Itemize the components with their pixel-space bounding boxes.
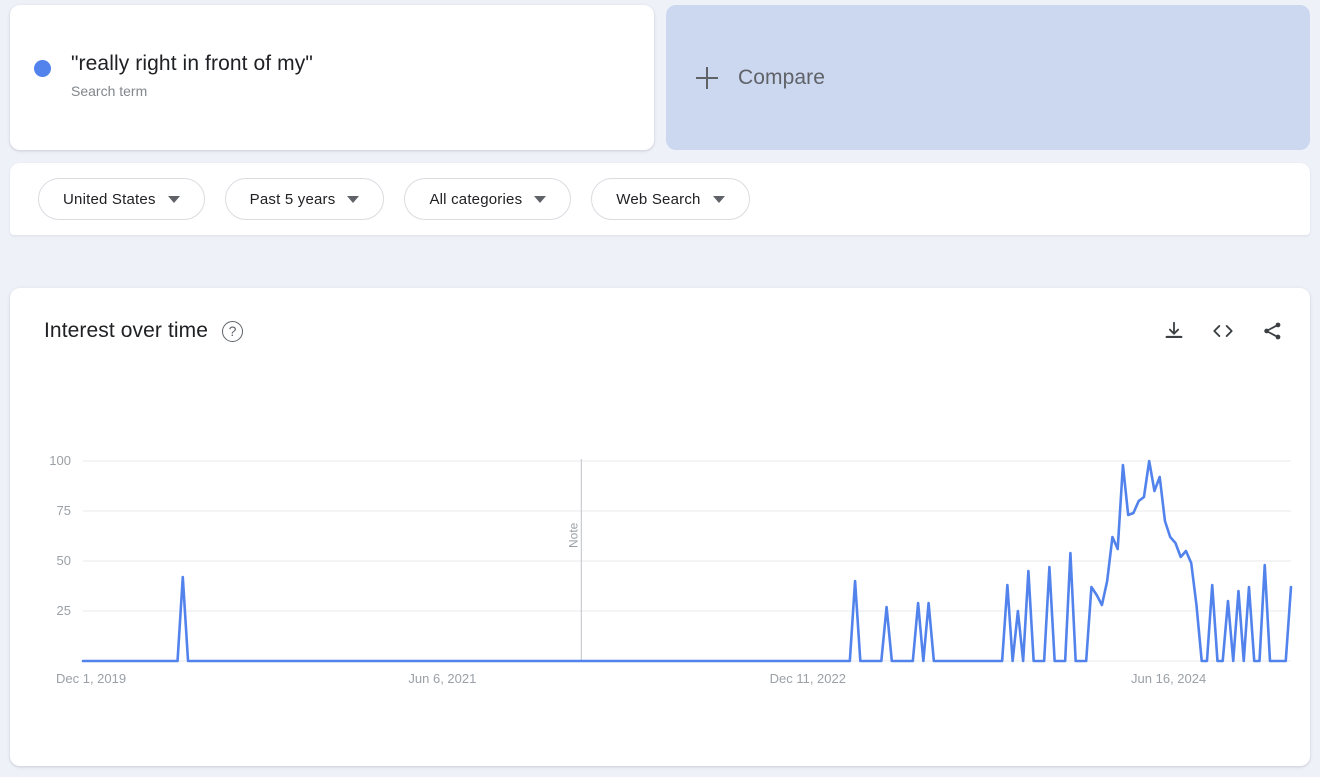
filter-chip-category[interactable]: All categories bbox=[404, 178, 572, 220]
x-axis-tick-label: Dec 11, 2022 bbox=[770, 671, 846, 686]
y-axis-tick-label: 25 bbox=[57, 603, 71, 618]
filter-chip-location[interactable]: United States bbox=[38, 178, 205, 220]
chevron-down-icon bbox=[712, 195, 725, 203]
chevron-down-icon bbox=[534, 195, 547, 203]
filter-chip-search-type-label: Web Search bbox=[616, 190, 701, 208]
search-term-content: "really right in front of my" Search ter… bbox=[34, 51, 313, 100]
filter-bar: United States Past 5 years All categorie… bbox=[10, 163, 1310, 235]
x-axis-tick-label: Jun 6, 2021 bbox=[408, 671, 476, 686]
chart-title: Interest over time bbox=[44, 319, 209, 342]
download-csv-icon[interactable] bbox=[1163, 320, 1185, 342]
chart-header: Interest over time ? bbox=[44, 310, 1284, 352]
compare-card[interactable]: Compare bbox=[665, 5, 1310, 150]
compare-content: Compare bbox=[695, 65, 826, 90]
chart-plot-area[interactable]: 100 75 50 25 Note Dec 1, 2019 Jun 6, 2021 Dec 1… bbox=[10, 418, 1310, 718]
search-term-title: "really right in front of my" bbox=[71, 52, 313, 75]
y-axis-tick-label: 75 bbox=[57, 503, 71, 518]
help-icon[interactable]: ? bbox=[222, 320, 244, 342]
chevron-down-icon bbox=[347, 195, 360, 203]
filter-chip-location-label: United States bbox=[63, 190, 156, 208]
search-term-text: "really right in front of my" Search ter… bbox=[71, 51, 313, 100]
google-trends-page: "really right in front of my" Search ter… bbox=[0, 0, 1320, 777]
search-term-subtitle: Search term bbox=[71, 83, 148, 99]
note-annotation-label[interactable]: Note bbox=[566, 522, 580, 548]
chart-actions bbox=[1163, 320, 1284, 342]
compare-label: Compare bbox=[737, 65, 826, 89]
y-axis-tick-label: 50 bbox=[57, 553, 71, 568]
interest-over-time-card: Interest over time ? 100 75 50 25 Note D… bbox=[10, 288, 1310, 766]
terms-row: "really right in front of my" Search ter… bbox=[0, 0, 1320, 152]
plus-icon bbox=[695, 66, 718, 89]
filter-chip-time-range-label: Past 5 years bbox=[249, 190, 336, 208]
y-axis-tick-label: 100 bbox=[49, 453, 71, 468]
series-color-dot-icon bbox=[34, 60, 51, 77]
interest-over-time-chart[interactable]: 100 75 50 25 Note Dec 1, 2019 Jun 6, 2021 Dec 1… bbox=[10, 418, 1310, 718]
filter-chip-category-label: All categories bbox=[429, 190, 523, 208]
chart-title-wrap: Interest over time ? bbox=[44, 319, 244, 343]
filter-chip-search-type[interactable]: Web Search bbox=[591, 178, 750, 220]
x-axis-tick-label: Jun 16, 2024 bbox=[1131, 671, 1206, 686]
chevron-down-icon bbox=[167, 195, 180, 203]
share-icon[interactable] bbox=[1261, 320, 1284, 342]
embed-code-icon[interactable] bbox=[1211, 320, 1235, 342]
filter-chip-time-range[interactable]: Past 5 years bbox=[224, 178, 385, 220]
x-axis-tick-label: Dec 1, 2019 bbox=[56, 671, 126, 686]
search-term-card[interactable]: "really right in front of my" Search ter… bbox=[10, 5, 654, 150]
